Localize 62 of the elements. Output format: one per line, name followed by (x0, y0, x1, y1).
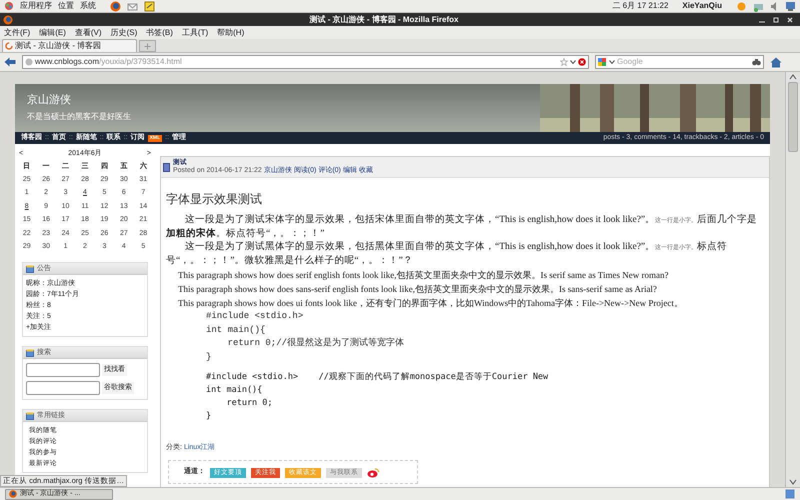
code-line: #include <stdio.h> //观察下面的代码了解monospace是否等于Courier New (206, 371, 550, 384)
calendar-icon (26, 264, 34, 273)
binoculars-icon[interactable] (752, 58, 761, 66)
search-input[interactable] (26, 363, 100, 378)
post-paragraph: This paragraph shows how does sans-serif english fonts look like,包括英文里面夹杂中文的显示效果。Is sans-serif same as Arial? (177, 283, 658, 296)
user-name[interactable]: XieYanQiu (682, 0, 722, 12)
post-heading: 字体显示效果测试 (166, 191, 263, 208)
search-input[interactable]: Google (617, 56, 750, 68)
search-engine-icon (598, 58, 607, 66)
firefox-icon (3, 14, 13, 24)
search-input[interactable] (26, 381, 100, 396)
panel-menu[interactable]: 系统 (80, 0, 96, 12)
menu-item[interactable]: 历史(S) (110, 26, 138, 38)
code-line: #include <stdio.h> (206, 310, 304, 323)
scrollbar[interactable] (785, 72, 800, 487)
notepad-icon[interactable] (144, 0, 155, 12)
weibo-icon[interactable] (367, 468, 379, 478)
star-icon[interactable] (560, 58, 568, 66)
window-title: 测试 - 京山游侠 - 博客园 - Mozilla Firefox (308, 14, 460, 26)
address-field[interactable]: www.cnblogs.com/youxia/p/3793514.html (22, 55, 589, 69)
speaker-icon[interactable] (770, 0, 779, 12)
home-icon[interactable] (770, 56, 782, 68)
document-icon (163, 162, 170, 172)
clock-text[interactable]: 二 6月 17 21:22 (612, 0, 668, 12)
firefox-icon (9, 490, 17, 498)
blog-title[interactable]: 京山游侠 (27, 92, 540, 108)
blog-subtitle: 不是当硕士的黑客不是好医生 (27, 110, 132, 122)
code-line: return 0;//很显然这是为了测试等宽字体 (226, 337, 406, 350)
monitor-icon[interactable] (785, 0, 796, 12)
panel-menu[interactable]: 位置 (58, 0, 74, 12)
code-line: int main(){ (206, 324, 266, 336)
post-paragraph: This paragraph shows how does ui fonts look like，还有专门的界面字体，比如Windows中的Tahoma字体：File->New->New Project。 (177, 297, 684, 310)
gnome-foot-icon (4, 1, 14, 11)
plus-icon (144, 42, 151, 50)
globe-icon (25, 58, 33, 66)
menu-item[interactable]: 帮助(H) (217, 26, 244, 38)
menu-item[interactable]: 文件(F) (4, 26, 30, 38)
code-line: } (206, 410, 212, 423)
menu-item[interactable]: 编辑(E) (39, 26, 66, 38)
menu-item[interactable]: 查看(V) (74, 26, 102, 38)
menu-item[interactable]: 工具(T) (182, 26, 208, 38)
workspace-icon[interactable] (785, 489, 795, 499)
maximize-icon[interactable] (772, 16, 780, 24)
browser-tab[interactable]: 测试 - 京山游侠 - 博客园 (2, 39, 137, 52)
code-line: return 0; (225, 397, 274, 410)
code-line: int main(){ (206, 384, 264, 397)
close-icon[interactable] (786, 16, 794, 24)
stop-icon[interactable] (578, 58, 586, 66)
scrollbar-thumb[interactable] (788, 82, 798, 152)
dropdown-caret-icon[interactable] (570, 59, 576, 65)
post-paragraph: This paragraph shows how does serif english fonts look like,包括英文里面夹杂中文的显示效果。Is serif same as Times New roman? (177, 269, 670, 282)
back-arrow-icon[interactable] (4, 57, 16, 67)
mail-icon[interactable] (127, 0, 138, 12)
firefox-launcher-icon[interactable] (110, 0, 121, 12)
search-field[interactable]: Google (595, 55, 764, 69)
panel-menu[interactable]: 应用程序 (20, 0, 52, 12)
calendar-icon (26, 412, 34, 420)
calendar-icon (26, 348, 34, 357)
code-line: } (206, 350, 212, 364)
loading-icon (5, 42, 13, 50)
dropdown-caret-icon (609, 59, 615, 65)
menu-item[interactable]: 书签(B) (146, 26, 173, 38)
